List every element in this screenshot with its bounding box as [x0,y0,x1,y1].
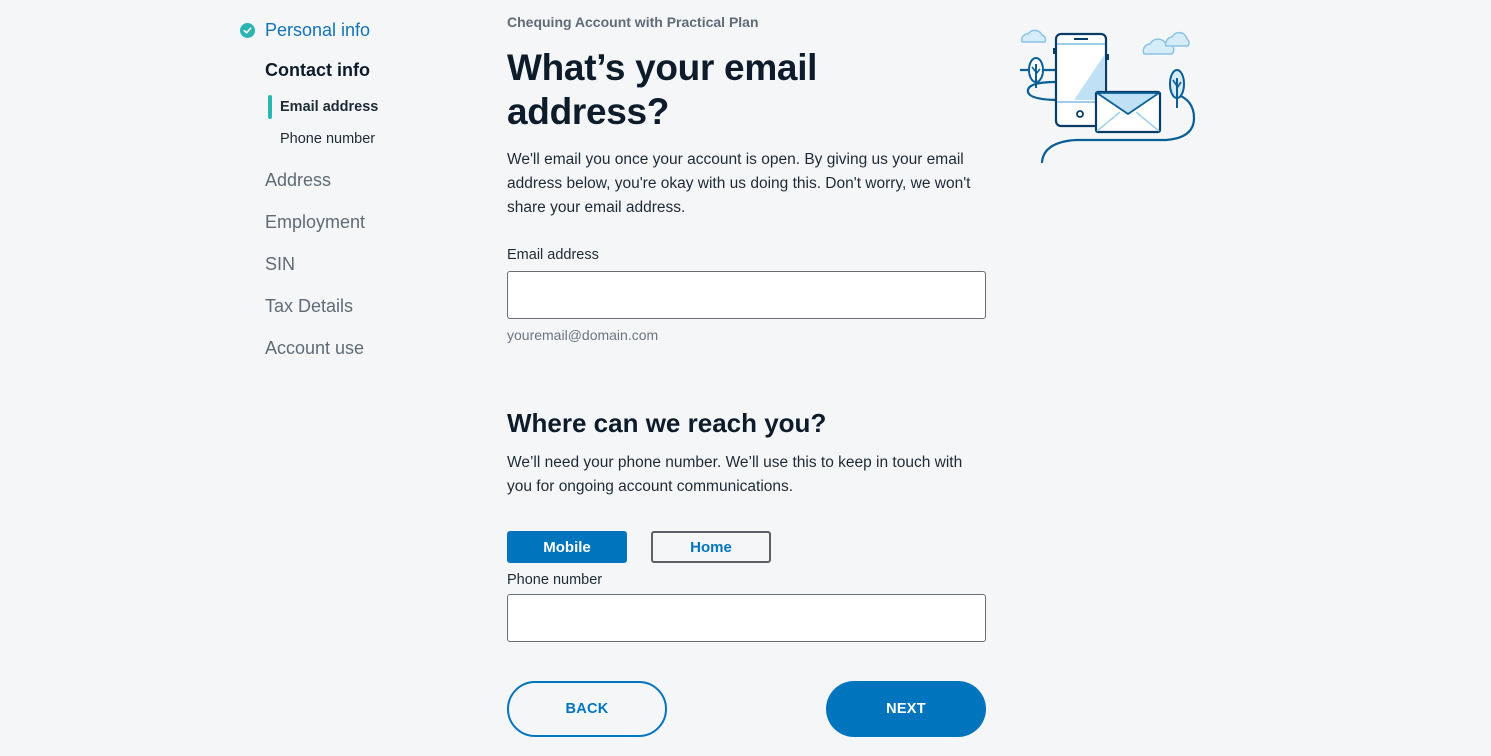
cloud-icon [1020,29,1047,43]
email-title: What’s your email address? [507,47,818,132]
product-eyebrow: Chequing Account with Practical Plan [507,14,759,30]
phone-title: Where can we reach you? [507,408,827,438]
phone-input[interactable] [507,594,986,642]
sidebar-step-tax-details: Tax Details [265,295,354,316]
form-actions: BACK NEXT [507,681,986,737]
tree-icon [1169,69,1185,108]
check-circle-icon [240,22,255,38]
page: Personal info Contact info Email address… [0,0,1491,756]
sidebar-step-employment: Employment [265,211,366,232]
phone-field-label: Phone number [507,572,603,588]
next-button[interactable]: NEXT [826,681,986,737]
email-description: We'll email you once your account is ope… [507,151,971,216]
email-hint: youremail@domain.com [507,327,659,343]
sidebar-step-personal-info[interactable]: Personal info [240,18,460,42]
email-section: What’s your email address? We'll email y… [507,46,987,343]
sidebar-step-contact-info: Contact info [265,60,370,80]
sidebar-step-address: Address [265,169,332,190]
cloud-icon [1142,31,1190,55]
sidebar-step-label: Personal info [265,19,371,40]
sidebar-step-sin: SIN [265,253,296,274]
phone-and-envelope-illustration [1016,22,1200,168]
sidebar-substep-email-address[interactable]: Email address [268,91,460,123]
back-button[interactable]: BACK [507,681,667,737]
phone-description: We’ll need your phone number. We’ll use … [507,454,963,495]
phone-type-toggle: Mobile Home [507,531,987,563]
email-field-label: Email address [507,247,599,263]
phone-type-mobile-button[interactable]: Mobile [507,531,627,563]
sidebar-substeps: Email address Phone number [268,91,460,155]
main-form: Chequing Account with Practical Plan Wha… [507,14,987,642]
progress-sidebar: Personal info Contact info Email address… [240,18,460,369]
sidebar-substep-phone-number[interactable]: Phone number [268,123,460,155]
phone-section: Where can we reach you? We’ll need your … [507,407,987,642]
phone-type-home-button[interactable]: Home [651,531,771,563]
envelope-icon [1094,90,1162,134]
email-input[interactable] [507,271,986,319]
sidebar-step-account-use: Account use [265,337,365,358]
